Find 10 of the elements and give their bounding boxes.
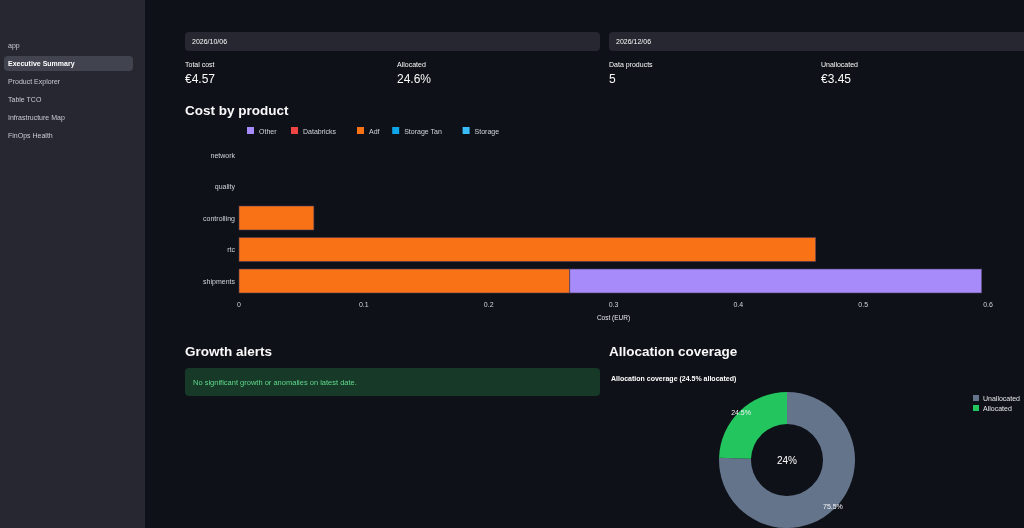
metric-value: 5 — [609, 72, 617, 86]
legend-swatch — [973, 405, 979, 411]
metric-value: 24.6% — [397, 72, 433, 86]
legend-swatch — [973, 395, 979, 401]
section-heading: Allocation coverage — [609, 344, 739, 359]
center-label: 24% — [777, 455, 797, 466]
section-heading: Growth alerts — [185, 344, 274, 359]
section-heading: Cost by product — [185, 103, 290, 118]
metric-value: €4.57 — [185, 72, 217, 86]
metric-value: €3.45 — [821, 72, 853, 86]
